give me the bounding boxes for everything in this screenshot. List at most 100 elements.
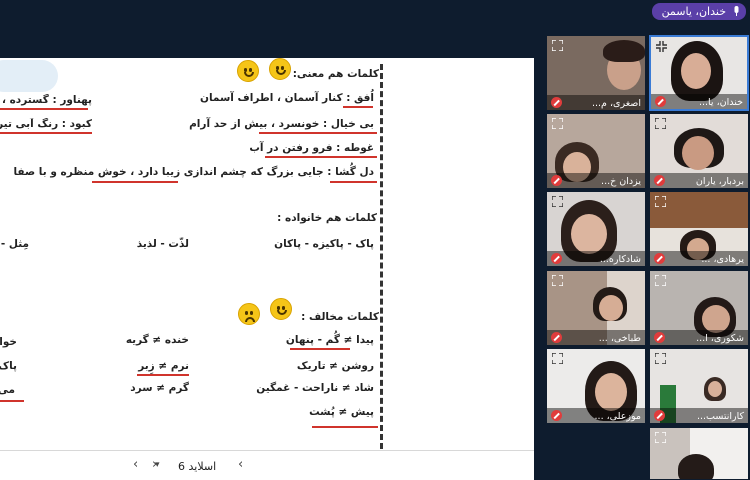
smiley-icon xyxy=(270,298,292,320)
expand-icon[interactable] xyxy=(552,275,563,286)
expand-icon[interactable] xyxy=(655,432,666,443)
participant-name: طباخی، ... xyxy=(598,333,641,344)
participant-name: کارانتسب... xyxy=(696,411,744,422)
heading-antonyms: کلمات مخالف : xyxy=(301,311,379,323)
participant-video xyxy=(678,454,714,479)
participant-tile[interactable]: یرهادی، ... xyxy=(649,191,749,267)
mic-muted-icon xyxy=(654,410,665,421)
antonym-line: خوا xyxy=(0,336,17,348)
underline xyxy=(312,426,378,428)
synonym-line: دل گُشا : جایی بزرگ که چشم اندازی زیبا د… xyxy=(13,166,374,178)
participant-name: موزعلی، ... xyxy=(594,411,641,422)
participant-tile[interactable]: بردبار، یاران xyxy=(649,113,749,189)
participant-name: شادکاره... xyxy=(599,254,641,265)
heading-synonyms: کلمات هم معنی: xyxy=(292,68,379,80)
participant-tile-active[interactable]: خندان، یا... xyxy=(649,35,749,111)
participant-name: شکوری، ا... xyxy=(696,333,744,344)
mic-muted-icon xyxy=(654,175,665,186)
participant-video xyxy=(708,381,722,397)
heading-family: کلمات هم خانواده : xyxy=(277,212,377,224)
underline xyxy=(92,181,178,183)
participant-name: یزدان خ... xyxy=(601,176,641,187)
shared-slide: کلمات هم معنی: اُفق : کنار آسمان ، اطراف… xyxy=(0,58,534,450)
participant-tile[interactable] xyxy=(649,427,749,480)
microphone-icon xyxy=(734,6,739,16)
underline xyxy=(137,374,189,376)
underline xyxy=(0,400,24,402)
participant-name: یرهادی، ... xyxy=(701,254,744,265)
synonym-line: پهناور : گسترده ، وس xyxy=(0,94,92,106)
participant-video xyxy=(681,53,711,89)
participant-tile[interactable]: شکوری، ا... xyxy=(649,270,749,346)
prev-edge-icon[interactable]: ( xyxy=(0,457,1,472)
mic-muted-icon xyxy=(551,175,562,186)
speaker-name: خندان، یاسمن xyxy=(661,5,726,18)
antonym-line: پیش ≠ پُشت xyxy=(309,406,374,418)
mic-muted-icon xyxy=(551,97,562,108)
family-item: پاک - پاکیزه - پاکان xyxy=(274,238,374,250)
antonym-line: پاک xyxy=(0,360,17,372)
antonym-line: می xyxy=(0,384,15,396)
participant-name: اصغری، م... xyxy=(592,98,641,109)
family-item: لذّت - لذیذ xyxy=(136,238,189,250)
participant-tile[interactable]: کارانتسب... xyxy=(649,348,749,424)
expand-icon[interactable] xyxy=(552,353,563,364)
underline xyxy=(265,156,377,158)
participant-tile[interactable]: طباخی، ... xyxy=(546,270,646,346)
expand-icon[interactable] xyxy=(552,196,563,207)
participant-video xyxy=(702,305,730,333)
mic-muted-icon xyxy=(551,253,562,264)
expand-icon[interactable] xyxy=(552,118,563,129)
underline xyxy=(290,348,350,350)
antonym-line: پیدا ≠ گُم - پنهان xyxy=(285,334,374,346)
underline xyxy=(0,132,92,134)
cloud-decoration xyxy=(0,60,58,92)
mic-muted-icon xyxy=(551,332,562,343)
synonym-line: غوطه : فرو رفتن در آب xyxy=(249,142,374,154)
synonym-line: بی خیال : خونسرد ، بیش از حد آرام xyxy=(189,118,374,130)
synonym-line: کبود : رنگ آبی تیره xyxy=(0,118,92,130)
participant-tile[interactable]: موزعلی، ... xyxy=(546,348,646,424)
mic-muted-icon xyxy=(654,253,665,264)
participant-name: خندان، یا... xyxy=(698,97,743,108)
family-item: مِثل - xyxy=(0,238,29,250)
antonym-line: شاد ≠ ناراحت - غمگین xyxy=(256,382,374,394)
antonym-line: نرم ≠ زِبر xyxy=(138,360,189,372)
participant-tile[interactable]: اصغری، م... xyxy=(546,35,646,111)
participant-video xyxy=(682,136,714,170)
participant-tile[interactable]: شادکاره... xyxy=(546,191,646,267)
mic-muted-icon xyxy=(655,96,666,107)
underline xyxy=(343,106,373,108)
underline xyxy=(330,181,377,183)
underline xyxy=(259,132,377,134)
chevron-down-icon[interactable]: ▾ xyxy=(155,460,160,470)
expand-icon[interactable] xyxy=(655,118,666,129)
antonym-line: خنده ≠ گریه xyxy=(125,334,189,346)
sad-face-icon xyxy=(238,303,260,325)
mic-muted-icon xyxy=(654,332,665,343)
meeting-window: خندان، یاسمن کلمات هم معنی: اُفق : کنار … xyxy=(0,0,750,480)
slide-number-label[interactable]: اسلاید 6 xyxy=(178,460,216,473)
expand-icon[interactable] xyxy=(656,41,667,52)
antonym-line: روشن ≠ تاریک xyxy=(296,360,374,372)
smiley-icon xyxy=(269,58,291,80)
participant-video xyxy=(599,295,623,321)
participant-video xyxy=(603,40,645,62)
smiley-icon xyxy=(237,60,259,82)
expand-icon[interactable] xyxy=(655,196,666,207)
participant-video xyxy=(571,214,607,254)
expand-icon[interactable] xyxy=(552,40,563,51)
expand-icon[interactable] xyxy=(655,353,666,364)
slide-divider xyxy=(380,64,383,449)
participant-tile[interactable]: یزدان خ... xyxy=(546,113,646,189)
antonym-line: گرم ≠ سرد xyxy=(130,382,189,394)
expand-icon[interactable] xyxy=(655,275,666,286)
chevron-left-icon[interactable]: ‹ xyxy=(238,457,243,472)
chevron-left-icon[interactable]: ‹ xyxy=(133,457,138,472)
active-speaker-badge: خندان، یاسمن xyxy=(651,3,746,20)
mic-muted-icon xyxy=(551,410,562,421)
slide-navigation-bar: ( ‹ › ▾ اسلاید 6 ‹ xyxy=(0,450,534,480)
synonym-line: اُفق : کنار آسمان ، اطراف آسمان xyxy=(200,92,374,104)
participant-name: بردبار، یاران xyxy=(695,176,744,187)
underline xyxy=(0,108,88,110)
